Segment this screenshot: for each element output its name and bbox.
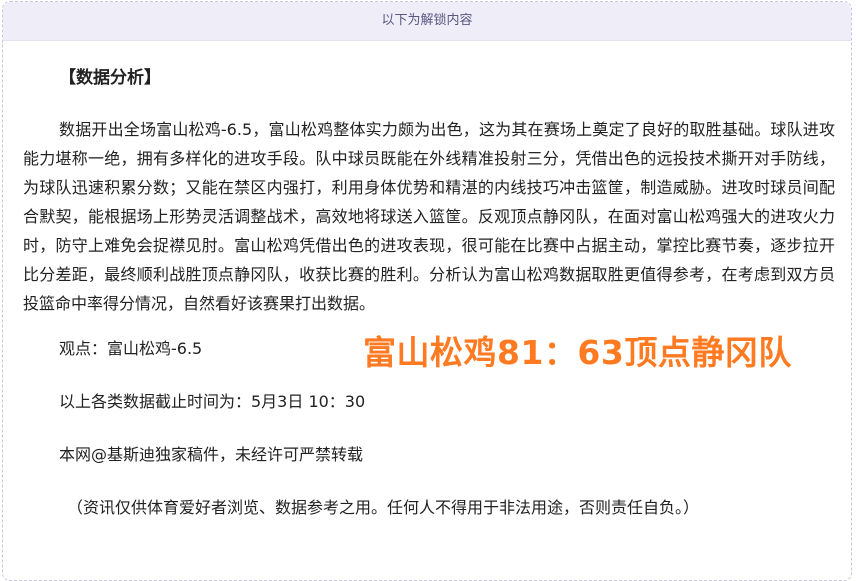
section-heading: 【数据分析】	[59, 68, 161, 88]
article-body: 【数据分析】 数据开出全场富山松鸡-6.5，富山松鸡整体实力颇为出色，这为其在赛…	[23, 64, 835, 517]
disclaimer-line: （资讯仅供体育爱好者浏览、数据参考之用。任何人不得用于非法用途，否则责任自负。）	[67, 498, 700, 517]
copyright-line: 本网@基斯迪独家稿件，未经许可严禁转载	[59, 445, 364, 464]
analysis-paragraph: 数据开出全场富山松鸡-6.5，富山松鸡整体实力颇为出色，这为其在赛场上奠定了良好…	[23, 120, 835, 313]
viewpoint-line: 观点：富山松鸡-6.5	[59, 339, 203, 358]
score-overlay: 富山松鸡81：63顶点静冈队	[363, 333, 792, 372]
unlock-banner: 以下为解锁内容	[3, 2, 851, 41]
unlocked-content-panel: 以下为解锁内容 【数据分析】 数据开出全场富山松鸡-6.5，富山松鸡整体实力颇为…	[2, 1, 852, 581]
data-cutoff-line: 以上各类数据截止时间为：5月3日 10：30	[59, 392, 366, 411]
